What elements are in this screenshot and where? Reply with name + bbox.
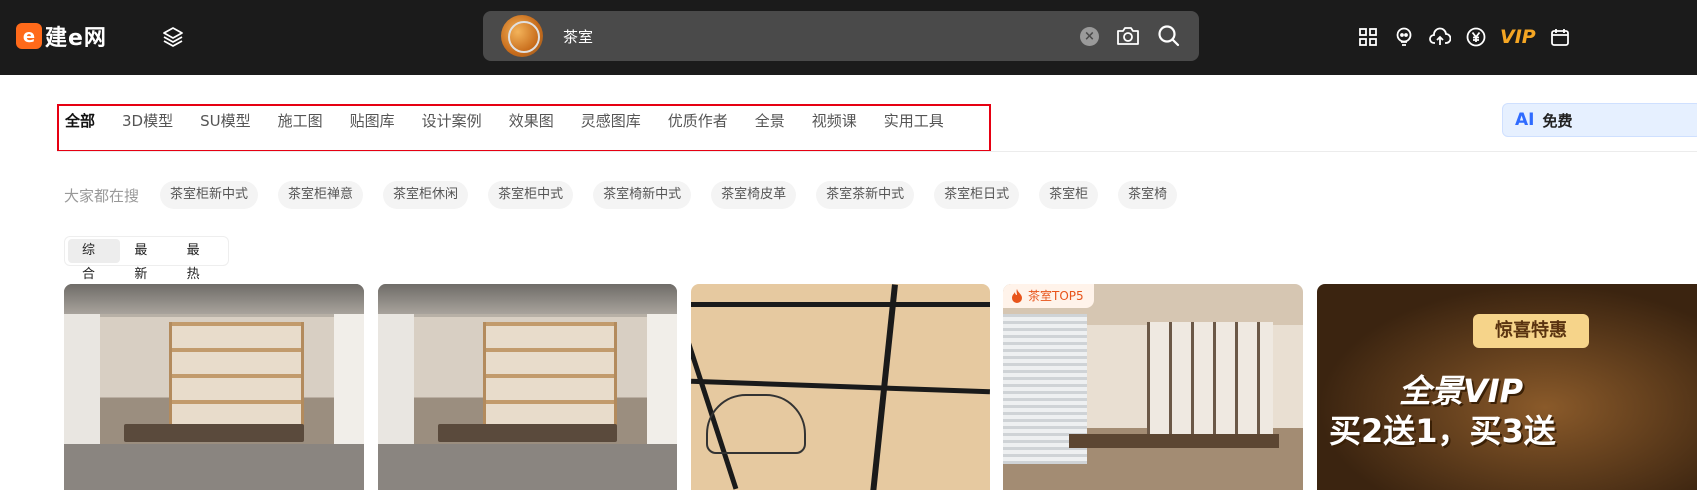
tab-inspiration[interactable]: 灵感图库: [581, 110, 641, 132]
logo-text: 建e网: [45, 26, 107, 51]
hot-search-chip[interactable]: 茶室椅新中式: [593, 181, 692, 209]
promo-card[interactable]: 惊喜特惠 全景VIP 买2送1，买3送: [1317, 284, 1697, 490]
sort-hottest[interactable]: 最热: [173, 239, 225, 282]
card-image: [691, 284, 990, 490]
tab-design-cases[interactable]: 设计案例: [422, 110, 482, 132]
tab-all[interactable]: 全部: [65, 110, 95, 132]
tabs-divider: [57, 151, 1697, 152]
result-card[interactable]: [691, 284, 990, 490]
card-image: [378, 284, 677, 490]
card-image: [64, 284, 364, 490]
search-icon[interactable]: [1156, 23, 1182, 49]
search-mascot-icon: [501, 15, 543, 57]
site-logo[interactable]: e 建e网: [16, 22, 107, 51]
result-card[interactable]: [378, 284, 677, 490]
vip-button[interactable]: VIP: [1500, 26, 1536, 48]
hot-search-chip[interactable]: 茶室柜中式: [488, 181, 574, 209]
hot-search-chip[interactable]: 茶室椅皮革: [711, 181, 797, 209]
hot-searches: 大家都在搜 茶室柜新中式 茶室柜禅意 茶室柜休闲 茶室柜中式 茶室椅新中式 茶室…: [64, 181, 1197, 209]
top-header: e 建e网 ×: [0, 0, 1697, 75]
sort-newest[interactable]: 最新: [120, 239, 172, 282]
promo-tag: 惊喜特惠: [1473, 314, 1589, 348]
top-rank-label: 茶室TOP5: [1028, 289, 1084, 303]
hot-search-chip[interactable]: 茶室柜新中式: [160, 181, 259, 209]
calendar-icon[interactable]: [1548, 25, 1572, 49]
ai-badge: AI: [1515, 110, 1535, 130]
search-bar: ×: [483, 11, 1199, 61]
result-card[interactable]: 茶室TOP5: [1003, 284, 1303, 490]
hot-searches-label: 大家都在搜: [64, 186, 140, 205]
ai-free-button[interactable]: AI 免费: [1502, 103, 1697, 137]
sort-comprehensive[interactable]: 综合: [68, 239, 121, 282]
sort-toggle: 综合 最新 最热: [64, 236, 229, 282]
camera-icon[interactable]: [1115, 24, 1141, 48]
tab-authors[interactable]: 优质作者: [668, 110, 728, 132]
yen-icon[interactable]: [1464, 25, 1488, 49]
header-toolbar: VIP: [1356, 22, 1584, 52]
hot-search-chip[interactable]: 茶室柜休闲: [383, 181, 469, 209]
card-image: [1003, 284, 1303, 490]
top-rank-badge: 茶室TOP5: [1003, 284, 1094, 308]
clear-icon[interactable]: ×: [1080, 27, 1099, 46]
tab-texture-library[interactable]: 贴图库: [350, 110, 395, 132]
layers-icon[interactable]: [160, 24, 186, 50]
logo-mark: e: [16, 23, 42, 49]
tab-panorama[interactable]: 全景: [755, 110, 785, 132]
tab-renderings[interactable]: 效果图: [509, 110, 554, 132]
hot-search-chip[interactable]: 茶室柜: [1039, 181, 1099, 209]
fire-icon: [1012, 289, 1022, 303]
search-input[interactable]: [563, 11, 1063, 61]
grid-icon[interactable]: [1356, 25, 1380, 49]
tab-3d-model[interactable]: 3D模型: [122, 110, 173, 132]
lightbulb-icon[interactable]: [1392, 25, 1416, 49]
result-card[interactable]: [64, 284, 364, 490]
hot-search-chip[interactable]: 茶室柜日式: [934, 181, 1020, 209]
cloud-upload-icon[interactable]: [1428, 25, 1452, 49]
category-tabs: 全部 3D模型 SU模型 施工图 贴图库 设计案例 效果图 灵感图库 优质作者 …: [65, 110, 971, 132]
promo-subline: 买2送1，买3送: [1329, 412, 1556, 450]
tab-su-model[interactable]: SU模型: [200, 110, 251, 132]
hot-search-chip[interactable]: 茶室茶新中式: [816, 181, 915, 209]
tab-video-courses[interactable]: 视频课: [812, 110, 857, 132]
hot-search-chip[interactable]: 茶室柜禅意: [278, 181, 364, 209]
tab-construction-drawing[interactable]: 施工图: [278, 110, 323, 132]
ai-label: 免费: [1542, 111, 1573, 130]
tab-tools[interactable]: 实用工具: [884, 110, 944, 132]
hot-search-chip[interactable]: 茶室椅: [1118, 181, 1178, 209]
